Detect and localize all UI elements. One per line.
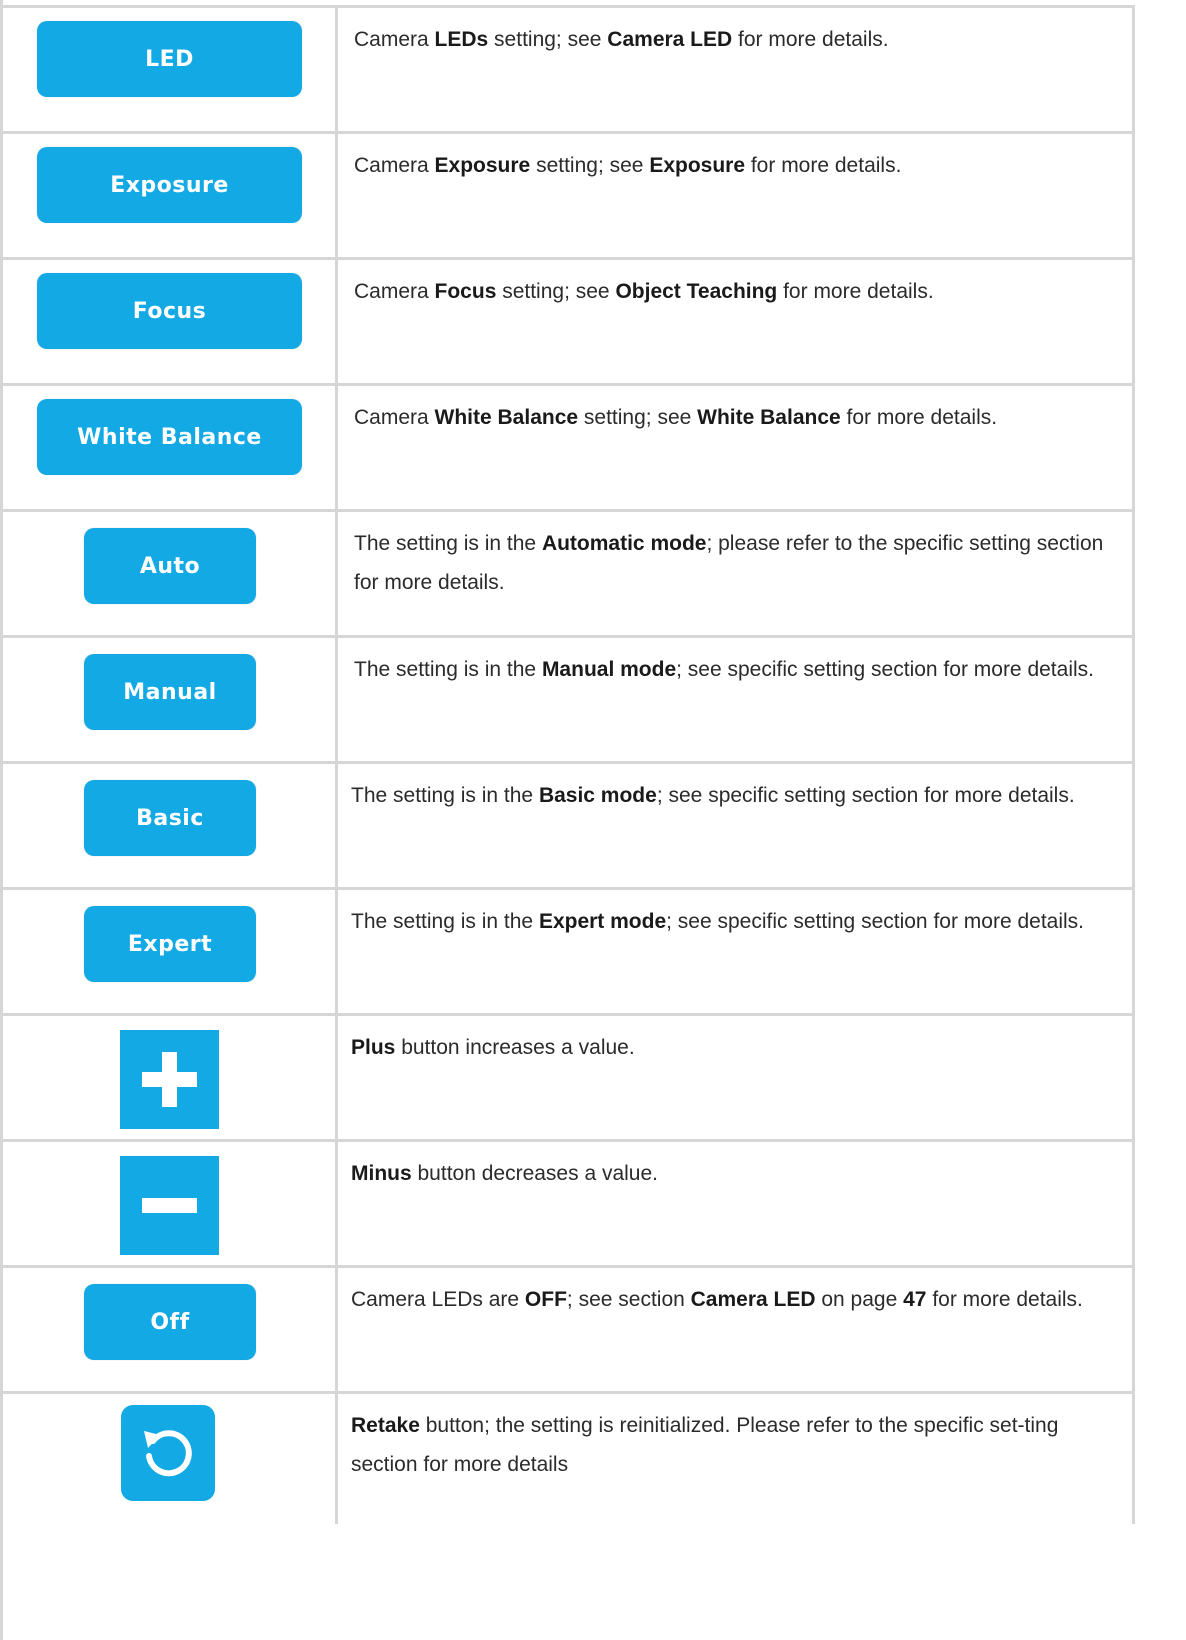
description-text: for more details. [745,154,902,177]
table-row: Plus button increases a value. [0,1016,1132,1142]
description-text: for more details. [840,406,998,429]
row-description: Camera Focus setting; see Object Teachin… [338,260,1132,383]
row-description: Minus button decreases a value. [338,1142,1132,1265]
retake-icon[interactable] [121,1405,215,1501]
bold-term: LEDs [434,28,489,51]
bold-term: Focus [434,280,497,303]
description-text: Camera [354,280,435,303]
bold-term: Automatic mode [541,532,707,555]
focus-button[interactable]: Focus [37,273,302,349]
white-balance-button[interactable]: White Balance [37,399,302,475]
description-text: Camera LEDs are [351,1288,525,1311]
basic-button[interactable]: Basic [84,780,256,856]
bold-term: Expert mode [538,910,667,933]
auto-button[interactable]: Auto [84,528,256,604]
bold-term: Retake [351,1414,420,1437]
description-text: Camera [354,406,435,429]
description-text: for more details. [926,1288,1083,1311]
table-row: Manual The setting is in the Manual mode… [0,638,1132,764]
description-text: The setting is in the [354,658,542,681]
off-button[interactable]: Off [84,1284,256,1360]
bold-term: White Balance [697,406,841,429]
bold-term: OFF [524,1288,567,1311]
exposure-button[interactable]: Exposure [37,147,302,223]
row-description: Camera White Balance setting; see White … [338,386,1132,509]
bold-term: Plus [351,1036,396,1059]
table-row: LED Camera LEDs setting; see Camera LED … [0,8,1132,134]
description-text: The setting is in the [351,910,539,933]
minus-icon[interactable] [120,1156,219,1255]
row-description: Camera Exposure setting; see Exposure fo… [338,134,1132,257]
description-text: setting; see [578,406,698,429]
bold-term: White Balance [434,406,579,429]
row-description: The setting is in the Manual mode; see s… [338,638,1132,761]
bold-term: Manual mode [541,658,677,681]
expert-button[interactable]: Expert [84,906,256,982]
table-row: Expert The setting is in the Expert mode… [0,890,1132,1016]
row-description: Retake button; the setting is reinitiali… [338,1394,1132,1524]
table-row: Minus button decreases a value. [0,1142,1132,1268]
bold-term: Object Teaching [615,280,778,303]
table-row: Off Camera LEDs are OFF; see section Cam… [0,1268,1132,1394]
description-text: setting; see [488,28,608,51]
description-text: button increases a value. [395,1036,635,1059]
row-description: Plus button increases a value. [338,1016,1132,1139]
row-description: The setting is in the Basic mode; see sp… [338,764,1132,887]
table-row: White Balance Camera White Balance setti… [0,386,1132,512]
manual-button[interactable]: Manual [84,654,256,730]
bold-term: Minus [351,1162,412,1185]
description-text: button; the setting is reinitialized. Pl… [351,1414,1059,1476]
description-text: setting; see [530,154,650,177]
description-text: ; see specific setting section for more … [676,658,1094,681]
description-text: The setting is in the [351,784,539,807]
bold-term: Exposure [649,154,746,177]
bold-term: 47 [903,1288,927,1311]
table-row: Basic The setting is in the Basic mode; … [0,764,1132,890]
row-description: Camera LEDs setting; see Camera LED for … [338,8,1132,131]
button-reference-table: LED Camera LEDs setting; see Camera LED … [0,5,1135,1524]
description-text: for more details. [732,28,889,51]
description-text: button decreases a value. [411,1162,659,1185]
table-row: Exposure Camera Exposure setting; see Ex… [0,134,1132,260]
description-text: setting; see [496,280,616,303]
plus-icon[interactable] [120,1030,219,1129]
bold-term: Camera LED [607,28,733,51]
table-row: Focus Camera Focus setting; see Object T… [0,260,1132,386]
table-row: Auto The setting is in the Automatic mod… [0,512,1132,638]
description-text: on page [815,1288,904,1311]
led-button[interactable]: LED [37,21,302,97]
description-text: The setting is in the [354,532,542,555]
description-text: ; see section [566,1288,691,1311]
description-text: ; see specific setting section for more … [666,910,1084,933]
description-text: for more details. [777,280,934,303]
bold-term: Camera LED [690,1288,816,1311]
row-description: Camera LEDs are OFF; see section Camera … [338,1268,1132,1391]
bold-term: Basic mode [538,784,657,807]
description-text: ; see specific setting section for more … [656,784,1075,807]
row-description: The setting is in the Automatic mode; pl… [338,512,1132,635]
table-row: Retake button; the setting is reinitiali… [0,1394,1132,1524]
bold-term: Exposure [434,154,531,177]
description-text: Camera [354,28,435,51]
description-text: Camera [354,154,435,177]
row-description: The setting is in the Expert mode; see s… [338,890,1132,1013]
